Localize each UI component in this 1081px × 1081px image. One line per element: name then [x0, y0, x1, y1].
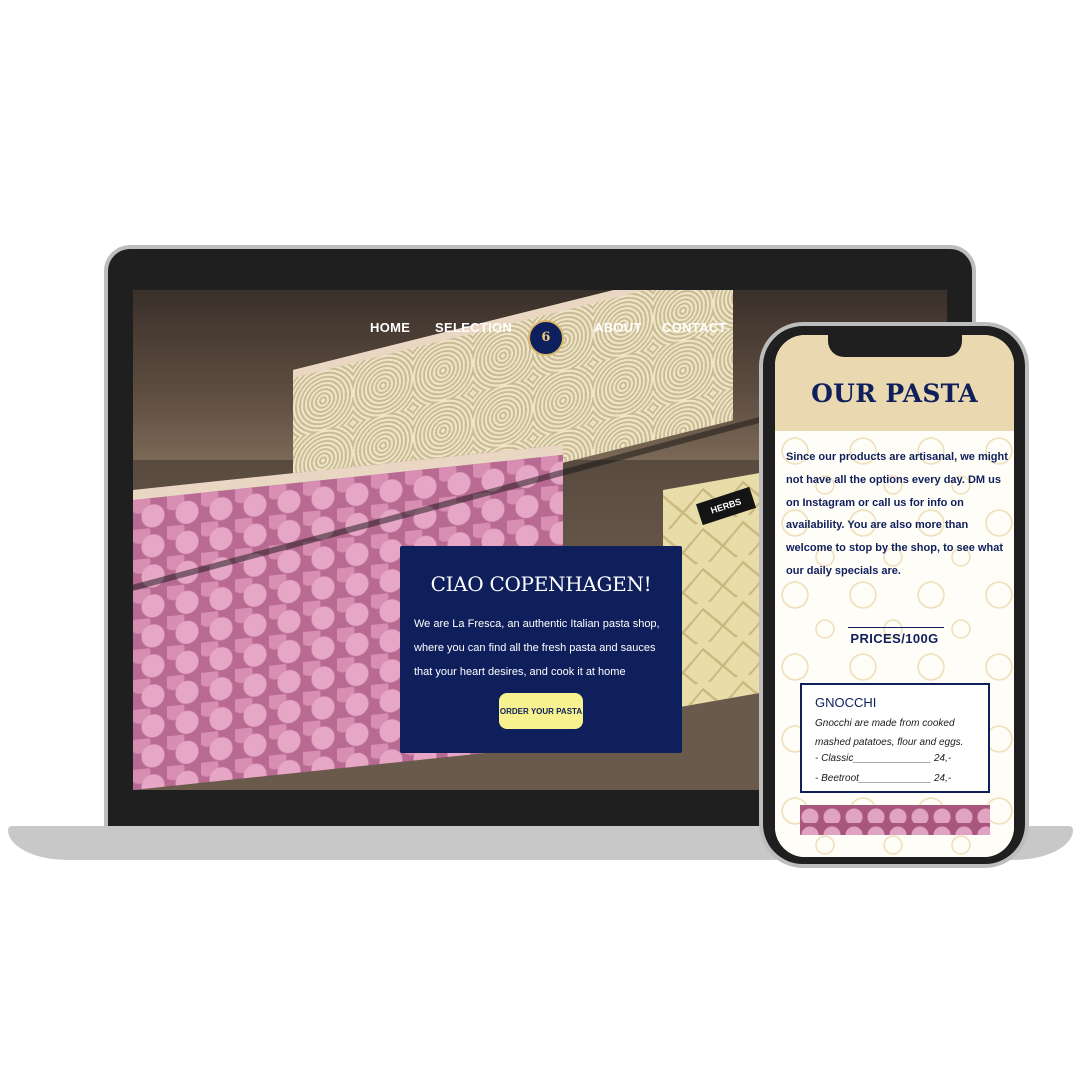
pasta-intro-text: Since our products are artisanal, we mig… [786, 451, 1008, 577]
nav-selection[interactable]: SELECTION [435, 320, 512, 335]
prices-divider [848, 627, 944, 628]
pasta-title: OUR PASTA [811, 379, 978, 408]
gnocchi-photo [800, 805, 990, 835]
hero-title: CIAO COPENHAGEN! [430, 572, 652, 596]
order-pasta-button[interactable]: ORDER YOUR PASTA [499, 693, 583, 729]
price-row-beetroot: - Beetroot_____________ 24,- [815, 773, 952, 784]
brand-logo[interactable]: 6 [528, 320, 564, 356]
phone-notch [828, 335, 962, 357]
nav-contact[interactable]: CONTACT [662, 320, 727, 335]
gnocchi-description: Gnocchi are made from cooked mashed pata… [815, 718, 964, 748]
gnocchi-card[interactable]: GNOCCHI Gnocchi are made from cooked mas… [800, 683, 990, 793]
nav-about[interactable]: ABOUT [594, 320, 642, 335]
prices-heading: PRICES/100G [850, 631, 939, 646]
gnocchi-title: GNOCCHI [815, 695, 877, 710]
price-row-classic: - Classic______________ 24,- [815, 753, 952, 764]
hero-description: We are La Fresca, an authentic Italian p… [414, 618, 660, 678]
hero-card: CIAO COPENHAGEN! We are La Fresca, an au… [400, 546, 682, 753]
phone-screen: OUR PASTA Since our products are artisan… [775, 335, 1014, 857]
nav-home[interactable]: HOME [370, 320, 410, 335]
